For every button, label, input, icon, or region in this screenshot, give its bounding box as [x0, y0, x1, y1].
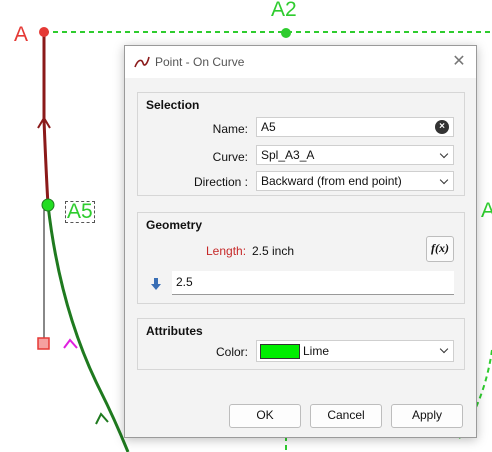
- length-value: 2.5 inch: [252, 244, 295, 258]
- label-point-a: A: [14, 23, 29, 46]
- point-a5[interactable]: [41, 198, 55, 212]
- close-icon[interactable]: ✕: [448, 51, 470, 73]
- length-expression-value: 2.5: [176, 275, 193, 289]
- point-a2[interactable]: [281, 28, 291, 38]
- dialog-titlebar[interactable]: Point - On Curve ✕: [125, 46, 476, 78]
- length-label: Length:: [206, 244, 247, 258]
- geometry-group-title: Geometry: [146, 218, 203, 232]
- cancel-button[interactable]: Cancel: [310, 404, 382, 428]
- name-value: A5: [261, 120, 276, 134]
- direction-value: Backward (from end point): [261, 174, 402, 188]
- attributes-group: Attributes Color: Lime: [137, 318, 465, 370]
- label-point-a5: A5: [65, 200, 95, 223]
- curve-direction-arrow-green: [95, 412, 109, 425]
- function-button[interactable]: f(x): [426, 236, 454, 262]
- point-square-marker[interactable]: [37, 337, 50, 350]
- selection-group-title: Selection: [146, 98, 200, 112]
- curve-segment-green[interactable]: [46, 204, 130, 452]
- attributes-group-title: Attributes: [146, 324, 203, 338]
- name-label: Name:: [212, 122, 248, 136]
- name-field[interactable]: A5 ×: [256, 117, 454, 137]
- dialog-title: Point - On Curve: [155, 55, 245, 69]
- curve-select[interactable]: Spl_A3_A: [256, 145, 454, 165]
- apply-button[interactable]: Apply: [391, 404, 463, 428]
- color-swatch: [260, 344, 300, 359]
- color-select[interactable]: Lime: [256, 340, 454, 362]
- point-on-curve-dialog: Point - On Curve ✕ Selection Name: A5 × …: [124, 45, 477, 438]
- direction-label: Direction :: [193, 175, 248, 189]
- selection-group: Selection Name: A5 × Curve: Spl_A3_A Dir…: [137, 92, 465, 196]
- direction-select[interactable]: Backward (from end point): [256, 171, 454, 191]
- curve-value: Spl_A3_A: [261, 148, 315, 162]
- ok-button[interactable]: OK: [229, 404, 301, 428]
- end-marker: [63, 338, 78, 349]
- label-point-a-right: A: [481, 199, 492, 222]
- color-value: Lime: [303, 344, 330, 358]
- geometry-group: Geometry Length: 2.5 inch f(x) 2.5: [137, 212, 465, 304]
- point-a[interactable]: [39, 27, 49, 37]
- curve-icon: [134, 56, 150, 68]
- arrow-down-icon[interactable]: [150, 277, 162, 291]
- curve-label: Curve:: [212, 150, 248, 164]
- clear-icon[interactable]: ×: [435, 120, 449, 134]
- length-expression-input[interactable]: 2.5: [172, 271, 454, 295]
- color-label: Color:: [215, 345, 248, 359]
- label-point-a2: A2: [271, 0, 297, 21]
